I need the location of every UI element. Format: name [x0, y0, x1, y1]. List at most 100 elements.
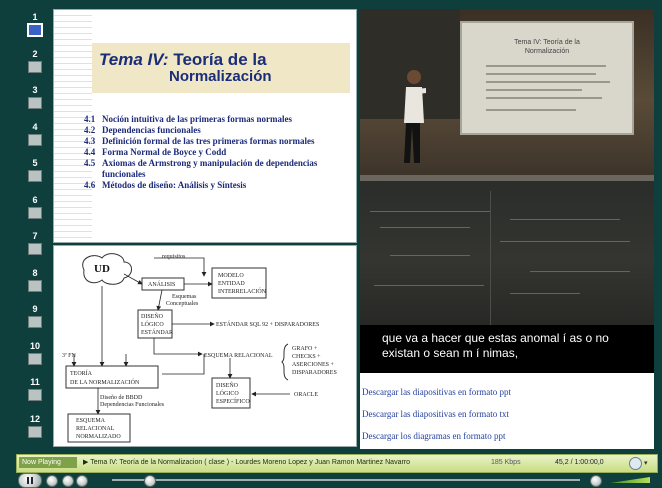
projector-screen: Tema IV: Teoría de la Normalización: [460, 21, 634, 135]
diseno-logico-line1: DISEÑO: [141, 312, 164, 320]
slide-thumb-1[interactable]: 1: [22, 12, 48, 36]
slide-number: 7: [32, 231, 38, 241]
slide-thumb-box[interactable]: [28, 389, 42, 401]
slide-thumb-box[interactable]: [28, 60, 42, 73]
seek-track[interactable]: [112, 479, 580, 481]
slide-thumb-11[interactable]: 11: [22, 377, 48, 401]
slide-thumb-7[interactable]: 7: [22, 231, 48, 255]
grafo-line1: GRAFO +: [292, 346, 318, 352]
oracle-label: ORACLE: [294, 392, 318, 398]
estandar-label: ESTÁNDAR SQL 92 + DISPARADORES: [216, 320, 319, 328]
bitrate-readout: 185 Kbps: [491, 459, 521, 466]
slide-thumb-2[interactable]: 2: [22, 49, 48, 73]
requisitos-label: requisitos: [162, 254, 186, 260]
toc-number: 4.5: [84, 158, 96, 168]
slide-thumb-12[interactable]: 12: [22, 414, 48, 438]
slide-thumb-4[interactable]: 4: [22, 122, 48, 146]
diseno-esp-line1: DISEÑO: [216, 381, 239, 389]
slide-thumb-6[interactable]: 6: [22, 195, 48, 219]
toc-number: 4.3: [84, 136, 96, 146]
slide-number: 3: [32, 85, 38, 95]
download-diagrams-ppt-link[interactable]: Descargar los diagramas en formato ppt: [362, 431, 506, 441]
slide-thumb-box[interactable]: [28, 170, 42, 182]
seek-handle[interactable]: [144, 475, 157, 487]
diseno-esp-line3: ESPECÍFICO: [216, 397, 250, 405]
modelo-line2: ENTIDAD: [218, 281, 245, 287]
mute-button[interactable]: [590, 475, 602, 487]
diseno-bbdd-line1: Diseño de BBDD: [100, 395, 143, 401]
title-rest: Teoría de la: [173, 50, 267, 69]
lecture-video[interactable]: Tema IV: Teoría de la Normalización: [360, 9, 654, 339]
ud-label: UD: [94, 263, 110, 275]
media-controls: [16, 473, 656, 488]
toc-text: Métodos de diseño: Análisis y Síntesis: [102, 180, 247, 190]
time-readout: 45,2 / 1:00:00,0: [555, 459, 604, 466]
slide-thumb-box[interactable]: [28, 24, 42, 36]
slide-title: Tema IV: Teoría de la: [99, 50, 267, 70]
toc-text: Noción intuitiva de las primeras formas …: [102, 114, 292, 124]
toc-item: 4.3 Definición formal de las tres primera…: [84, 136, 342, 147]
toc-text: Dependencias funcionales: [102, 125, 201, 135]
next-button[interactable]: [76, 475, 88, 487]
esquemas-line2: Conceptuales: [166, 301, 199, 307]
slide-thumb-box[interactable]: [28, 206, 42, 219]
presentation-frame: 1 2 3 4 5 6 7 8 9 10 11 12 Tema IV: Teoría de la No…: [0, 0, 662, 488]
slide-number: 4: [32, 121, 38, 132]
teoria-line1: TEORÍA: [70, 369, 93, 377]
diseno-logico-line3: ESTÁNDAR: [141, 328, 173, 336]
lecturer-figure: [404, 70, 426, 163]
esquema-rel-label: ESQUEMA RELACIONAL: [204, 353, 273, 359]
download-slides-ppt-link[interactable]: Descargar las diapositivas en formato pp…: [362, 387, 511, 397]
title-prefix: Tema IV:: [99, 50, 169, 69]
stop-button[interactable]: [46, 475, 58, 487]
previous-button[interactable]: [62, 475, 74, 487]
slide-thumb-5[interactable]: 5: [22, 158, 48, 182]
slide-thumb-10[interactable]: 10: [22, 341, 48, 365]
teoria-line2: DE LA NORMALIZACIÓN: [70, 378, 140, 386]
grafo-line4: DISPARADORES: [292, 370, 337, 376]
analisis-label: ANÁLISIS: [148, 280, 175, 288]
slide-thumb-box[interactable]: [28, 425, 42, 438]
slide-thumb-3[interactable]: 3: [22, 85, 48, 109]
toc-number: 4.2: [84, 125, 96, 135]
diseno-logico-line2: LÓGICO: [141, 320, 164, 328]
slide-thumb-box[interactable]: [28, 279, 42, 292]
screen-title: Tema IV: Teoría de la: [514, 39, 580, 46]
toc-number: 4.6: [84, 180, 96, 190]
slide-thumb-box[interactable]: [28, 97, 42, 109]
slide-thumb-box[interactable]: [28, 243, 42, 255]
slide-number: 10: [29, 340, 40, 351]
slide-title-line2: Normalización: [169, 68, 272, 85]
slide-thumb-box[interactable]: [28, 133, 42, 146]
slide-thumb-8[interactable]: 8: [22, 268, 48, 292]
menu-arrow-icon[interactable]: ▾: [644, 459, 648, 467]
now-playing-title: ▶ Tema IV: Teoría de la Normalizacion ( …: [83, 459, 411, 466]
slide-thumb-box[interactable]: [28, 316, 42, 328]
slide-thumb-9[interactable]: 9: [22, 304, 48, 328]
table-of-contents: 4.1 Noción intuitiva de las primeras form…: [84, 114, 342, 191]
subtitle-line1: que va a hacer que estas anomal í as o n…: [382, 331, 609, 345]
slide-title-panel: Tema IV: Teoría de la Normalización 4.1 N…: [53, 9, 357, 243]
play-pause-button[interactable]: [18, 473, 42, 488]
slide-number: 12: [29, 413, 40, 424]
toc-item: 4.4 Forma Normal de Boyce y Codd: [84, 147, 342, 158]
volume-slider[interactable]: [610, 477, 650, 483]
slide-thumb-box[interactable]: [28, 352, 42, 365]
subtitle-line2: existan o sean m í nimas,: [382, 346, 519, 360]
toc-text: Axiomas de Armstrong y manipulación de d…: [102, 158, 318, 179]
grafo-line3: ASERCIONES +: [292, 362, 335, 368]
slide-rail: 1 2 3 4 5 6 7 8 9 10 11 12: [22, 12, 50, 450]
now-playing-tab[interactable]: Now Playing: [19, 457, 77, 468]
grafo-brace: [281, 343, 289, 381]
diseno-bbdd-line2: Dependencias Funcionales: [100, 402, 165, 408]
slide-number: 1: [32, 12, 38, 22]
download-slides-txt-link[interactable]: Descargar las diapositivas en formato tx…: [362, 409, 509, 419]
toc-text: Definición formal de las tres primeras f…: [102, 136, 315, 146]
media-title: Tema IV: Teoría de la Normalizacion ( cl…: [90, 459, 411, 466]
modelo-line3: INTERRELACIÓN: [218, 287, 267, 295]
toc-item: 4.5 Axiomas de Armstrong y manipulación d…: [84, 158, 342, 180]
video-blackboard-view: [360, 181, 654, 339]
toc-number: 4.4: [84, 147, 96, 157]
settings-icon[interactable]: [629, 457, 642, 470]
slide-number: 9: [32, 304, 38, 314]
